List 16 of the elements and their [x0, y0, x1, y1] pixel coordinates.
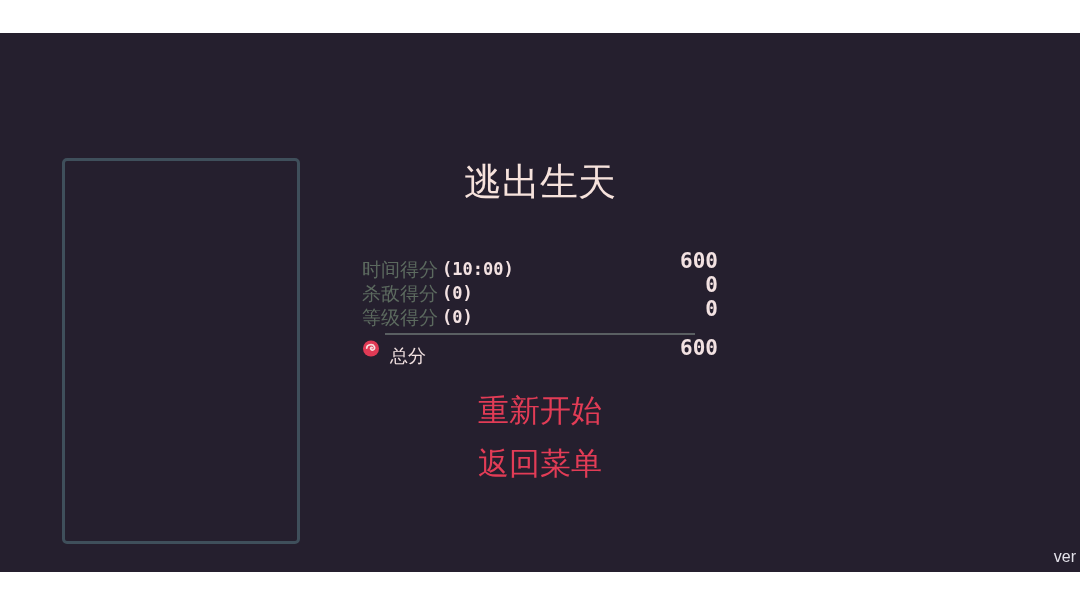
score-detail: (0) [442, 306, 473, 329]
score-detail: (0) [442, 282, 473, 305]
menu-option[interactable]: 重新开始 [476, 388, 604, 432]
total-label: 总分 [390, 344, 426, 368]
total-value: 600 [680, 336, 718, 360]
score-value: 0 [705, 297, 718, 321]
result-title: 逃出生天 [463, 159, 617, 206]
swirl-icon [362, 340, 380, 357]
version-label: ver [1053, 548, 1077, 566]
score-value: 600 [680, 249, 718, 273]
menu-option[interactable]: 返回菜单 [476, 441, 604, 485]
score-value: 0 [705, 273, 718, 297]
score-label: 时间得分 [362, 257, 438, 281]
score-detail: (10:00) [442, 258, 514, 281]
score-label: 杀敌得分 [362, 281, 438, 305]
score-label: 等级得分 [362, 305, 438, 329]
